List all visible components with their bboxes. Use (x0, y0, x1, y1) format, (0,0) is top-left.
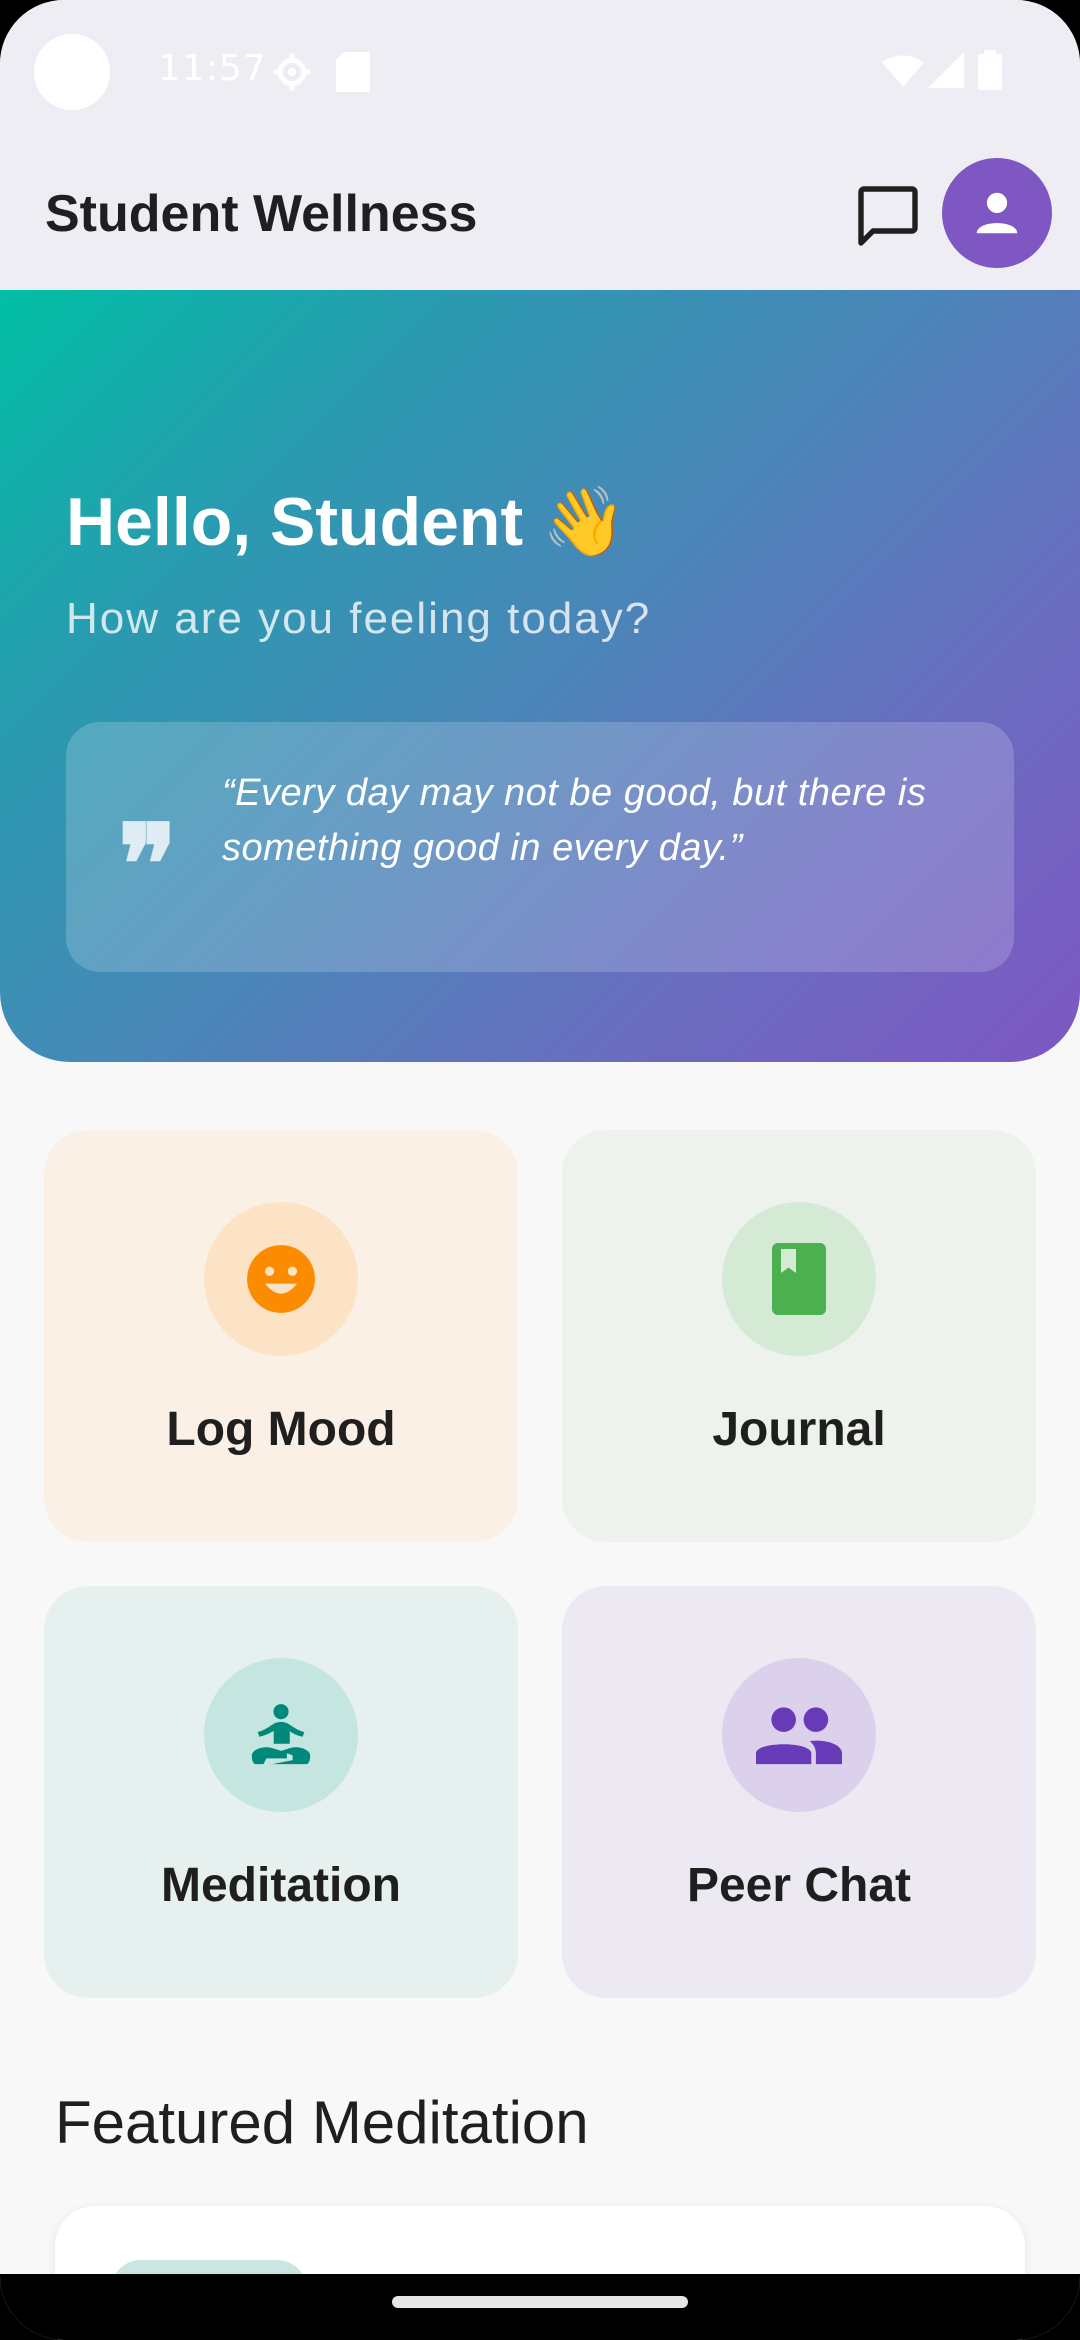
quote-text: “Every day may not be good, but there is… (222, 772, 927, 869)
wifi-icon (882, 55, 924, 87)
signal-icon (928, 52, 964, 88)
quote-icon: ❞ (118, 800, 178, 929)
settings-icon (273, 53, 311, 91)
smiley-icon (247, 1245, 315, 1313)
book-icon (772, 1243, 826, 1315)
home-indicator[interactable] (392, 2296, 688, 2308)
quote-card: ❞ “Every day may not be good, but there … (66, 722, 1014, 972)
peer-chat-icon-circle (722, 1658, 876, 1812)
journal-label: Journal (712, 1403, 886, 1456)
log-mood-label: Log Mood (166, 1403, 396, 1456)
app-title: Student Wellness (45, 185, 478, 243)
people-icon (756, 1707, 842, 1765)
meditation-tile[interactable]: Meditation (44, 1586, 518, 1998)
journal-icon-circle (722, 1202, 876, 1356)
greeting-title: Hello, Student 👋 (66, 484, 627, 560)
log-mood-icon-circle (204, 1202, 358, 1356)
meditation-label: Meditation (161, 1859, 401, 1912)
log-mood-tile[interactable]: Log Mood (44, 1130, 518, 1542)
greeting-hero: Hello, Student 👋 How are you feeling tod… (0, 290, 1080, 1062)
profile-avatar[interactable] (942, 158, 1052, 268)
app-bar: Student Wellness (0, 144, 1080, 290)
meditation-icon-circle (204, 1658, 358, 1812)
greeting-subtitle: How are you feeling today? (66, 594, 652, 643)
chat-icon[interactable] (852, 180, 924, 252)
status-bar: 11:57 (0, 0, 1080, 144)
person-icon (976, 192, 1018, 234)
peer-chat-tile[interactable]: Peer Chat (562, 1586, 1036, 1998)
meditation-icon (251, 1704, 311, 1765)
camera-cutout (34, 34, 110, 110)
featured-section-title: Featured Meditation (55, 2089, 589, 2156)
journal-tile[interactable]: Journal (562, 1130, 1036, 1542)
sd-card-icon (336, 52, 370, 92)
status-time: 11:57 (158, 48, 267, 89)
battery-icon (978, 50, 1002, 90)
peer-chat-label: Peer Chat (686, 1859, 912, 1912)
app-screen: 11:57 Student Wellness Hello, Student 👋 … (0, 0, 1080, 2340)
